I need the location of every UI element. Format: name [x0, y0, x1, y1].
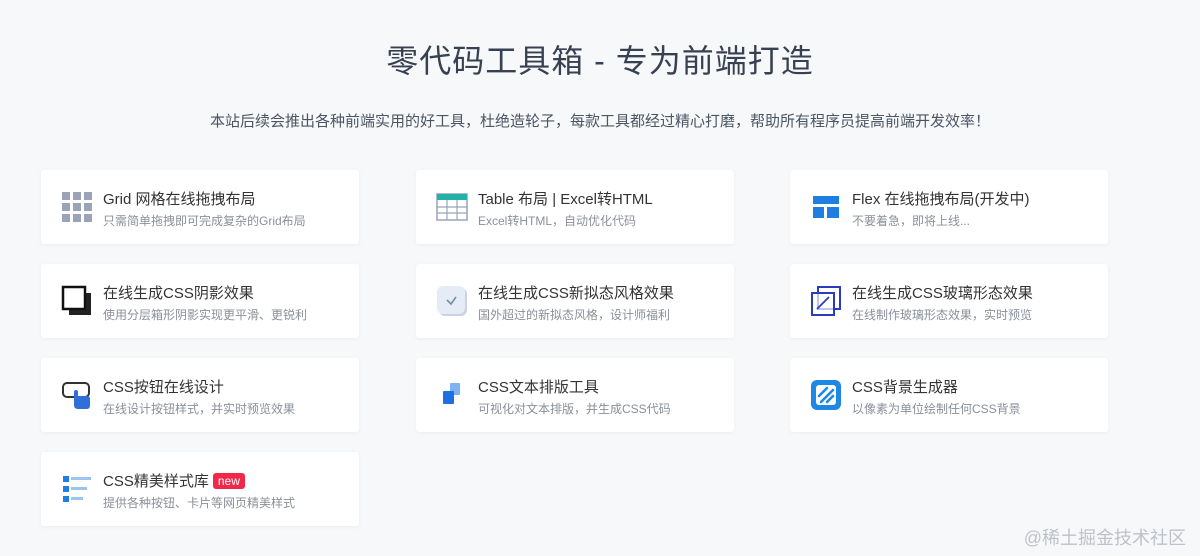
tool-name: CSS精美样式库 — [103, 473, 209, 490]
tool-name: CSS背景生成器 — [852, 379, 958, 396]
page: 零代码工具箱 - 专为前端打造 本站后续会推出各种前端实用的好工具，杜绝造轮子，… — [0, 0, 1200, 556]
tool-card-table-layout[interactable]: Table 布局 | Excel转HTML Excel转HTML，自动优化代码 — [416, 170, 734, 244]
page-title: 零代码工具箱 - 专为前端打造 — [386, 43, 814, 79]
tool-description: Excel转HTML，自动优化代码 — [478, 214, 637, 228]
tool-card-flex-layout[interactable]: Flex 在线拖拽布局(开发中) 不要着急，即将上线... — [790, 170, 1108, 244]
background-pattern-icon — [810, 379, 842, 411]
new-badge: new — [212, 472, 245, 489]
tool-description: 在线设计按钮样式，并实时预览效果 — [103, 402, 296, 416]
tool-name: Table 布局 | Excel转HTML — [478, 191, 653, 208]
tool-card-glassmorphism[interactable]: 在线生成CSS玻璃形态效果 在线制作玻璃形态效果，实时预览 — [790, 264, 1108, 338]
neumorphism-icon — [436, 285, 468, 317]
tool-name: Grid 网格在线拖拽布局 — [103, 191, 256, 208]
tool-card-style-library[interactable]: CSS精美样式库 new 提供各种按钮、卡片等网页精美样式 — [41, 452, 359, 526]
grid-icon — [61, 191, 93, 223]
text-layout-icon — [436, 379, 468, 411]
watermark: @稀土掘金技术社区 — [1023, 528, 1186, 548]
tool-name: CSS文本排版工具 — [478, 379, 599, 396]
tool-description: 可视化对文本排版，并生成CSS代码 — [478, 402, 671, 416]
flex-layout-icon — [810, 191, 842, 223]
glass-icon — [810, 285, 842, 317]
tool-card-text-layout[interactable]: CSS文本排版工具 可视化对文本排版，并生成CSS代码 — [416, 358, 734, 432]
tool-card-neumorphism[interactable]: 在线生成CSS新拟态风格效果 国外超过的新拟态风格，设计师福利 — [416, 264, 734, 338]
tool-name: 在线生成CSS新拟态风格效果 — [478, 285, 674, 302]
tool-description: 不要着急，即将上线... — [852, 214, 971, 228]
tool-description: 在线制作玻璃形态效果，实时预览 — [852, 308, 1033, 322]
tool-card-grid-layout[interactable]: Grid 网格在线拖拽布局 只需简单拖拽即可完成复杂的Grid布局 — [41, 170, 359, 244]
tool-description: 使用分层箱形阴影实现更平滑、更锐利 — [103, 308, 308, 322]
shadow-icon — [61, 285, 93, 317]
style-library-icon — [61, 473, 93, 505]
tool-description: 提供各种按钮、卡片等网页精美样式 — [103, 496, 296, 510]
tool-name: 在线生成CSS阴影效果 — [103, 285, 254, 302]
tool-card-css-background[interactable]: CSS背景生成器 以像素为单位绘制任何CSS背景 — [790, 358, 1108, 432]
tool-card-css-shadow[interactable]: 在线生成CSS阴影效果 使用分层箱形阴影实现更平滑、更锐利 — [41, 264, 359, 338]
table-icon — [436, 191, 468, 223]
page-subtitle: 本站后续会推出各种前端实用的好工具，杜绝造轮子，每款工具都经过精心打磨，帮助所有… — [209, 113, 990, 130]
tool-description: 以像素为单位绘制任何CSS背景 — [852, 402, 1021, 416]
tool-description: 只需简单拖拽即可完成复杂的Grid布局 — [103, 214, 306, 228]
tool-name: CSS按钮在线设计 — [103, 379, 224, 396]
tool-description: 国外超过的新拟态风格，设计师福利 — [478, 308, 671, 322]
button-click-icon — [61, 379, 93, 411]
tool-name: 在线生成CSS玻璃形态效果 — [852, 285, 1033, 302]
tool-card-css-button[interactable]: CSS按钮在线设计 在线设计按钮样式，并实时预览效果 — [41, 358, 359, 432]
tool-name: Flex 在线拖拽布局(开发中) — [852, 191, 1030, 208]
tool-name-row: CSS精美样式库 new — [103, 470, 245, 491]
